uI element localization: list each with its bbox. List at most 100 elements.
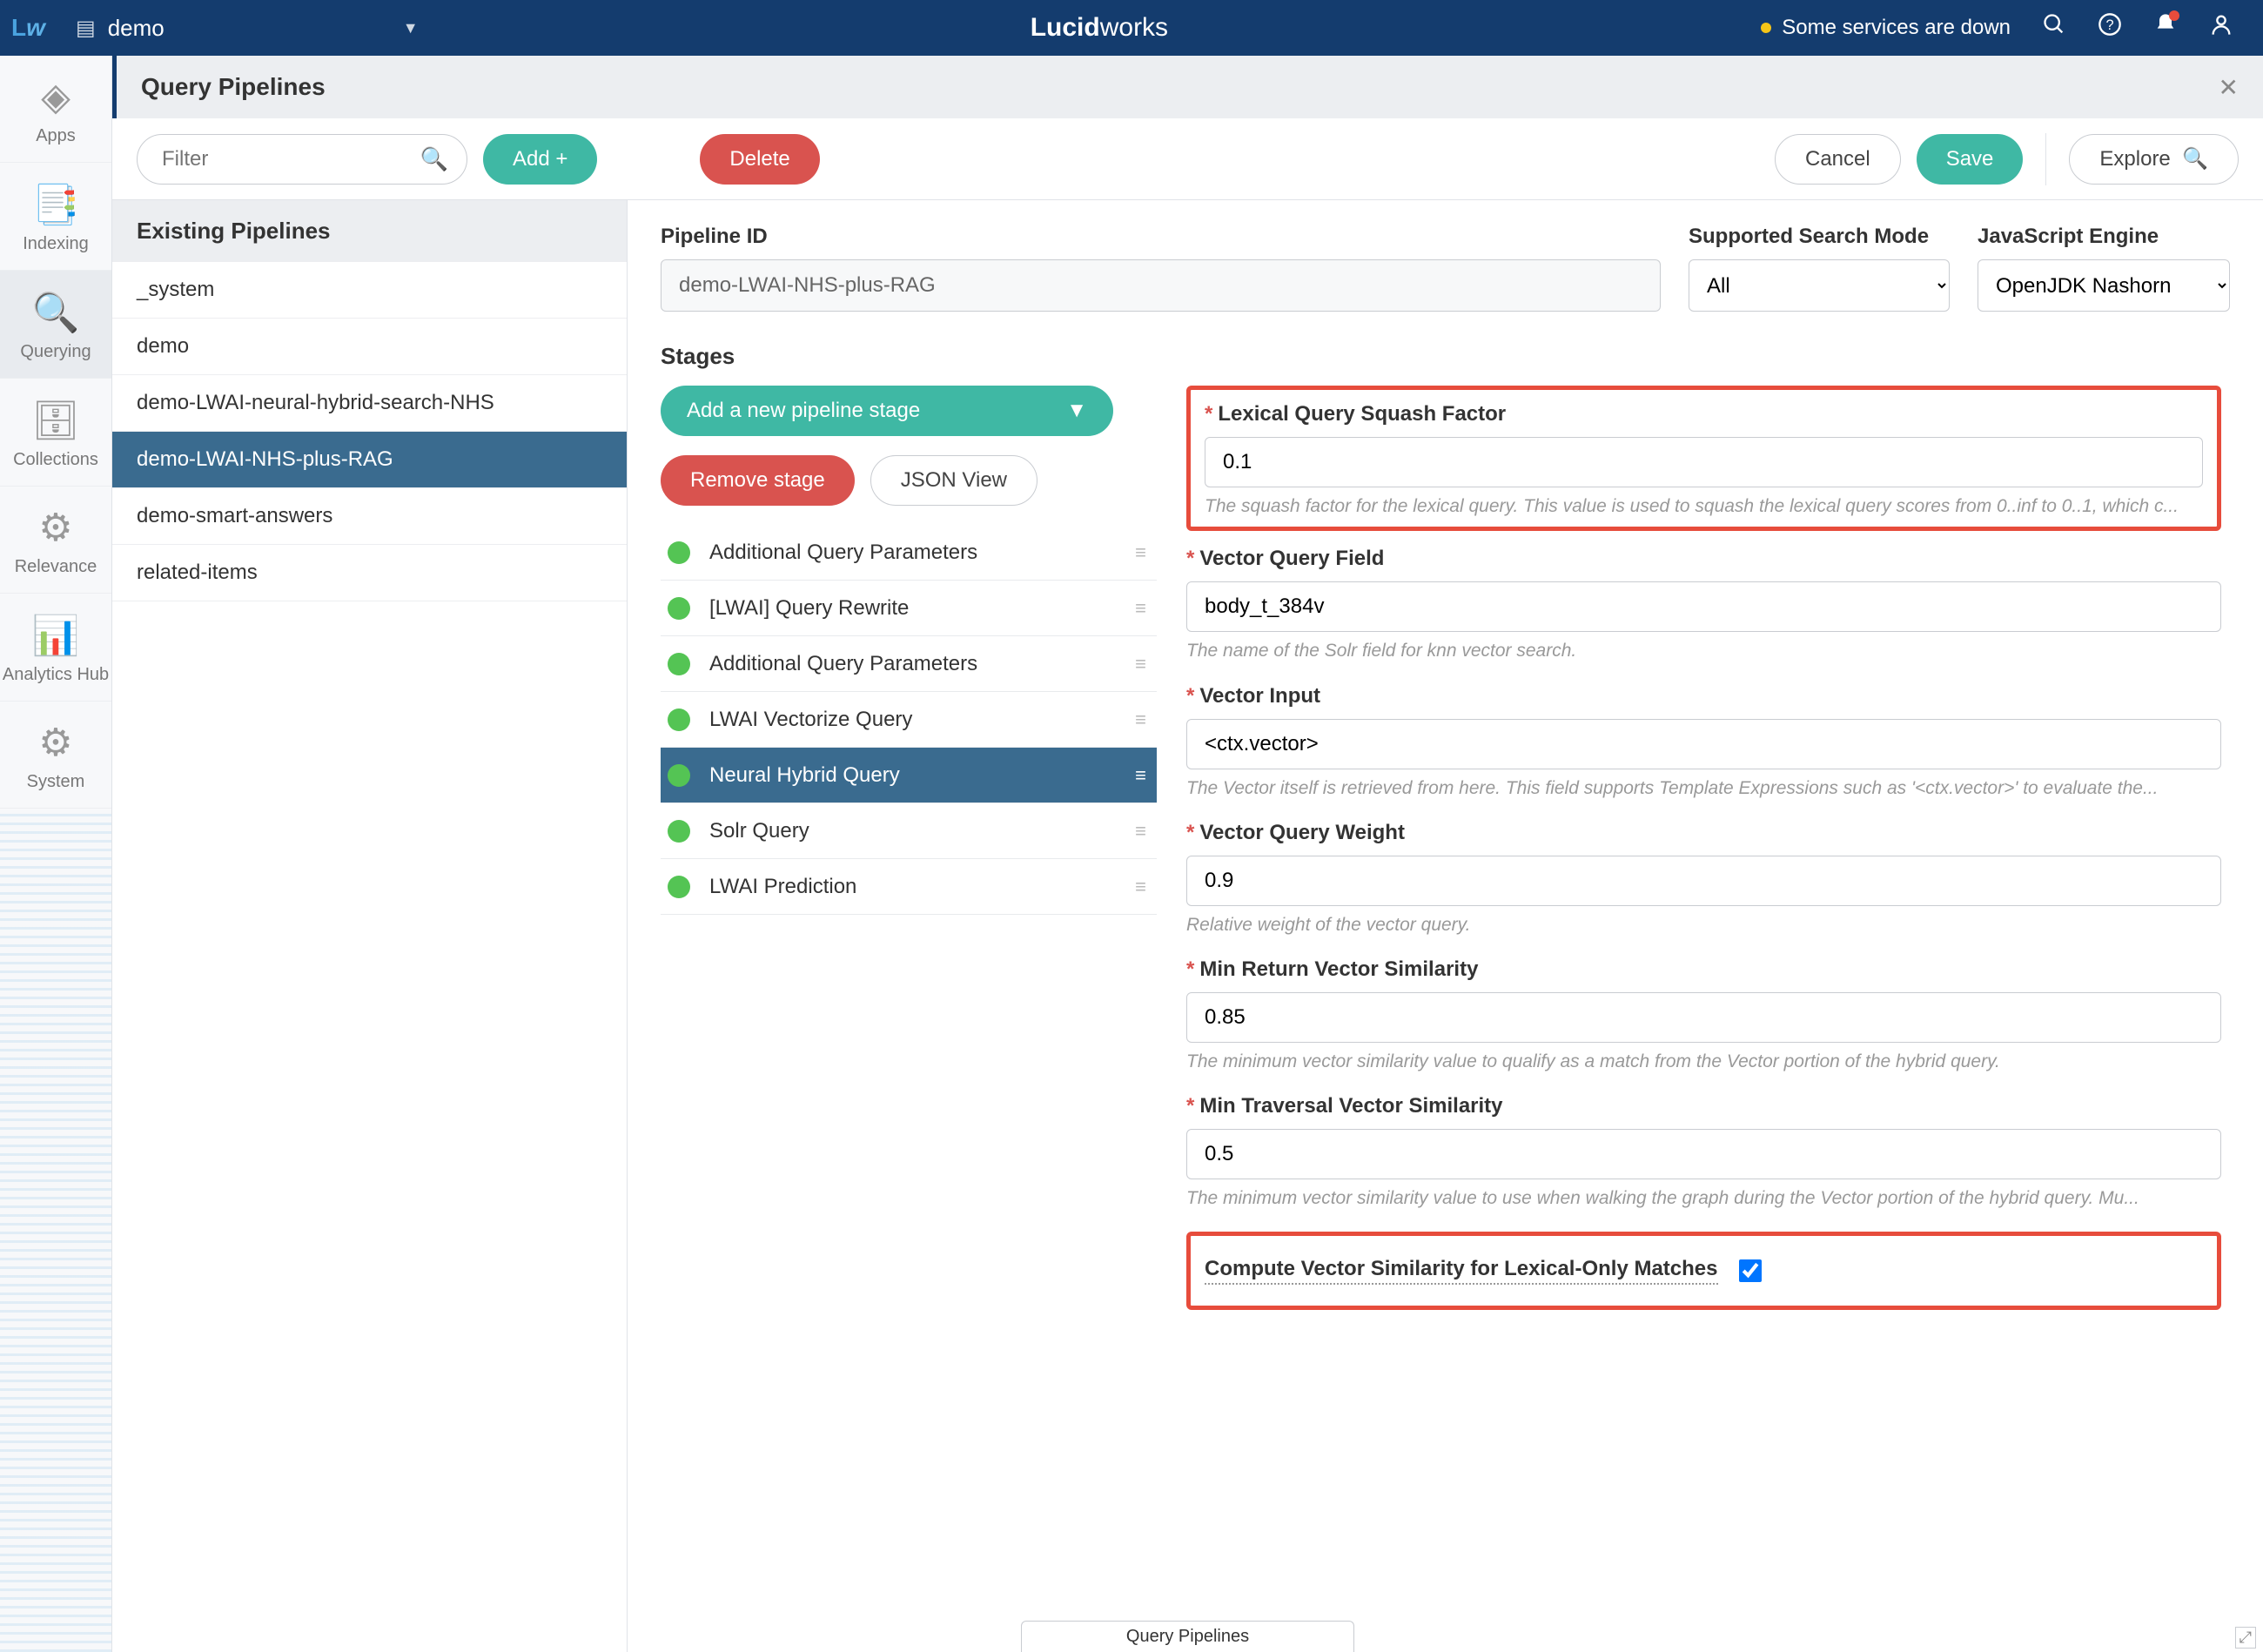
pipeline-row[interactable]: demo-smart-answers bbox=[112, 488, 627, 545]
drag-handle-icon[interactable]: ≡ bbox=[1135, 764, 1145, 787]
stage-list: Additional Query Parameters≡ [LWAI] Quer… bbox=[661, 525, 1157, 915]
status-dot-icon bbox=[668, 820, 690, 843]
field-help: The Vector itself is retrieved from here… bbox=[1186, 776, 2221, 800]
field-label: Min Return Vector Similarity bbox=[1199, 957, 1478, 981]
pipeline-row[interactable]: _system bbox=[112, 262, 627, 319]
field-help: The squash factor for the lexical query.… bbox=[1205, 494, 2203, 518]
status-dot-icon bbox=[668, 597, 690, 620]
drag-handle-icon[interactable]: ≡ bbox=[1135, 597, 1145, 620]
stage-row[interactable]: Solr Query≡ bbox=[661, 803, 1157, 859]
min-return-similarity-input[interactable] bbox=[1186, 992, 2221, 1043]
stack-icon: ▤ bbox=[76, 16, 96, 41]
explore-button[interactable]: Explore 🔍 bbox=[2069, 134, 2239, 185]
notifications-icon[interactable] bbox=[2153, 12, 2178, 44]
pipeline-row[interactable]: demo-LWAI-NHS-plus-RAG bbox=[112, 432, 627, 488]
jse-select[interactable]: OpenJDK Nashorn bbox=[1978, 259, 2230, 312]
field-help: Relative weight of the vector query. bbox=[1186, 913, 2221, 937]
vector-query-weight-input[interactable] bbox=[1186, 856, 2221, 906]
status-dot-icon bbox=[668, 876, 690, 898]
delete-button[interactable]: Delete bbox=[700, 134, 819, 185]
nav-indexing[interactable]: 📑Indexing bbox=[0, 163, 111, 271]
drag-handle-icon[interactable]: ≡ bbox=[1135, 708, 1145, 731]
vector-query-field-input[interactable] bbox=[1186, 581, 2221, 632]
stage-row[interactable]: [LWAI] Query Rewrite≡ bbox=[661, 581, 1157, 636]
pipeline-row[interactable]: demo-LWAI-neural-hybrid-search-NHS bbox=[112, 375, 627, 432]
field-help: The minimum vector similarity value to u… bbox=[1186, 1186, 2221, 1210]
pipeline-row[interactable]: related-items bbox=[112, 545, 627, 601]
indexing-icon: 📑 bbox=[32, 182, 80, 227]
min-traversal-similarity-input[interactable] bbox=[1186, 1129, 2221, 1179]
footer-tab[interactable]: Query Pipelines bbox=[1021, 1621, 1354, 1652]
vector-input-field[interactable] bbox=[1186, 719, 2221, 769]
page-title-bar: Query Pipelines ✕ bbox=[112, 56, 2263, 118]
compute-similarity-label: Compute Vector Similarity for Lexical-On… bbox=[1205, 1257, 1718, 1285]
highlight-box: Compute Vector Similarity for Lexical-On… bbox=[1186, 1232, 2221, 1310]
field-label: Vector Query Weight bbox=[1199, 821, 1405, 844]
logo[interactable]: Lw bbox=[0, 14, 57, 42]
add-stage-button[interactable]: Add a new pipeline stage▼ bbox=[661, 386, 1113, 436]
filter-wrap: 🔍 bbox=[137, 134, 467, 185]
stage-row[interactable]: LWAI Vectorize Query≡ bbox=[661, 692, 1157, 748]
drag-handle-icon[interactable]: ≡ bbox=[1135, 541, 1145, 564]
stages-label: Stages bbox=[661, 343, 2230, 370]
nav-relevance[interactable]: ⚙Relevance bbox=[0, 487, 111, 594]
notification-badge bbox=[2169, 10, 2179, 21]
squash-factor-input[interactable] bbox=[1205, 437, 2203, 487]
field-label: Vector Query Field bbox=[1199, 547, 1384, 570]
app-selector[interactable]: ▤ demo ▼ bbox=[57, 15, 438, 42]
pipeline-id-input[interactable] bbox=[661, 259, 1661, 312]
json-view-button[interactable]: JSON View bbox=[870, 455, 1037, 506]
brand: Lucidworks bbox=[438, 13, 1762, 43]
svg-text:?: ? bbox=[2105, 17, 2113, 33]
status-dot-icon bbox=[668, 708, 690, 731]
drag-handle-icon[interactable]: ≡ bbox=[1135, 820, 1145, 843]
highlight-box: *Lexical Query Squash Factor The squash … bbox=[1186, 386, 2221, 531]
pipeline-list-header: Existing Pipelines bbox=[112, 200, 627, 262]
nav-apps[interactable]: ◈Apps bbox=[0, 56, 111, 163]
ssm-select[interactable]: All bbox=[1689, 259, 1950, 312]
status-dot-icon bbox=[668, 764, 690, 787]
status-indicator[interactable]: Some services are down bbox=[1761, 16, 2011, 40]
stage-row[interactable]: Additional Query Parameters≡ bbox=[661, 525, 1157, 581]
pipeline-row[interactable]: demo bbox=[112, 319, 627, 375]
filter-input[interactable] bbox=[137, 134, 467, 185]
system-icon: ⚙ bbox=[38, 721, 72, 765]
add-button[interactable]: Add + bbox=[483, 134, 597, 185]
help-icon[interactable]: ? bbox=[2098, 12, 2122, 44]
status-dot-icon bbox=[668, 541, 690, 564]
field-label: Min Traversal Vector Similarity bbox=[1199, 1094, 1502, 1118]
querying-icon: 🔍 bbox=[32, 290, 80, 335]
toolbar: 🔍 Add + Delete Cancel Save Explore 🔍 bbox=[112, 118, 2263, 200]
collections-icon: 🗄 bbox=[31, 398, 80, 443]
pipeline-list: Existing Pipelines _system demo demo-LWA… bbox=[112, 200, 628, 1652]
nav-collections[interactable]: 🗄Collections bbox=[0, 379, 111, 487]
save-button[interactable]: Save bbox=[1917, 134, 2024, 185]
field-label: Lexical Query Squash Factor bbox=[1218, 402, 1506, 426]
status-dot-icon bbox=[1761, 23, 1771, 33]
stage-row[interactable]: Additional Query Parameters≡ bbox=[661, 636, 1157, 692]
pipeline-id-label: Pipeline ID bbox=[661, 225, 1661, 249]
nav-querying[interactable]: 🔍Querying bbox=[0, 271, 111, 379]
close-icon[interactable]: ✕ bbox=[2219, 73, 2239, 102]
top-bar: Lw ▤ demo ▼ Lucidworks Some services are… bbox=[0, 0, 2263, 56]
stage-row[interactable]: LWAI Prediction≡ bbox=[661, 859, 1157, 915]
expand-icon[interactable]: ⤢ bbox=[2235, 1627, 2256, 1649]
chevron-down-icon: ▼ bbox=[1066, 399, 1087, 423]
drag-handle-icon[interactable]: ≡ bbox=[1135, 653, 1145, 675]
editor: Pipeline ID Supported Search Mode All Ja… bbox=[628, 200, 2263, 1652]
nav-system[interactable]: ⚙System bbox=[0, 702, 111, 809]
cancel-button[interactable]: Cancel bbox=[1775, 134, 1901, 185]
remove-stage-button[interactable]: Remove stage bbox=[661, 455, 855, 506]
stage-row[interactable]: Neural Hybrid Query≡ bbox=[661, 748, 1157, 803]
nav-analytics[interactable]: 📊Analytics Hub bbox=[0, 594, 111, 702]
field-help: The name of the Solr field for knn vecto… bbox=[1186, 639, 2221, 662]
form-column[interactable]: *Lexical Query Squash Factor The squash … bbox=[1181, 386, 2230, 1628]
ssm-label: Supported Search Mode bbox=[1689, 225, 1950, 249]
page-title: Query Pipelines bbox=[141, 73, 326, 101]
status-text: Some services are down bbox=[1782, 16, 2011, 40]
search-icon[interactable]: 🔍 bbox=[420, 145, 448, 172]
compute-similarity-checkbox[interactable] bbox=[1739, 1259, 1762, 1282]
drag-handle-icon[interactable]: ≡ bbox=[1135, 876, 1145, 898]
user-icon[interactable] bbox=[2209, 12, 2233, 44]
search-icon[interactable] bbox=[2042, 12, 2066, 44]
